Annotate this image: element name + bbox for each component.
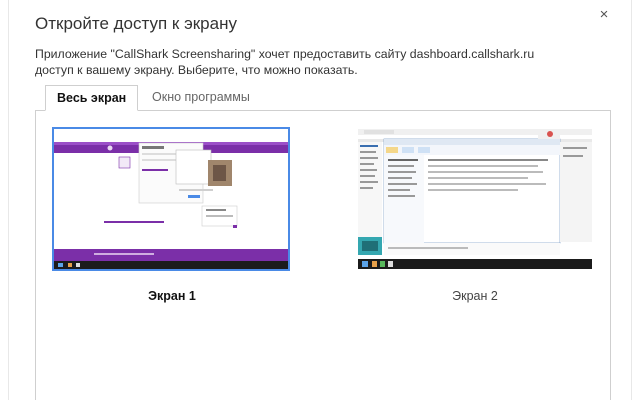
screen-2-preview-image <box>358 129 592 269</box>
screen-2-label: Экран 2 <box>452 289 498 303</box>
dialog-description: Приложение "CallShark Screensharing" хоч… <box>35 47 535 77</box>
close-icon[interactable]: × <box>595 6 613 24</box>
share-screen-dialog: Откройте доступ к экрану × Приложение "C… <box>8 0 632 400</box>
screens-panel: Экран 1 Экран 2 <box>35 110 611 400</box>
dialog-title: Откройте доступ к экрану <box>35 14 237 33</box>
source-tabs: Весь экран Окно программы <box>35 85 625 111</box>
screen-1-thumbnail[interactable] <box>52 127 290 271</box>
screen-1-preview-image <box>54 129 288 269</box>
screen-2-thumbnail[interactable] <box>356 127 594 271</box>
tab-entire-screen[interactable]: Весь экран <box>45 85 139 111</box>
screen-1-label: Экран 1 <box>148 289 196 303</box>
tab-application-window[interactable]: Окно программы <box>141 85 261 111</box>
